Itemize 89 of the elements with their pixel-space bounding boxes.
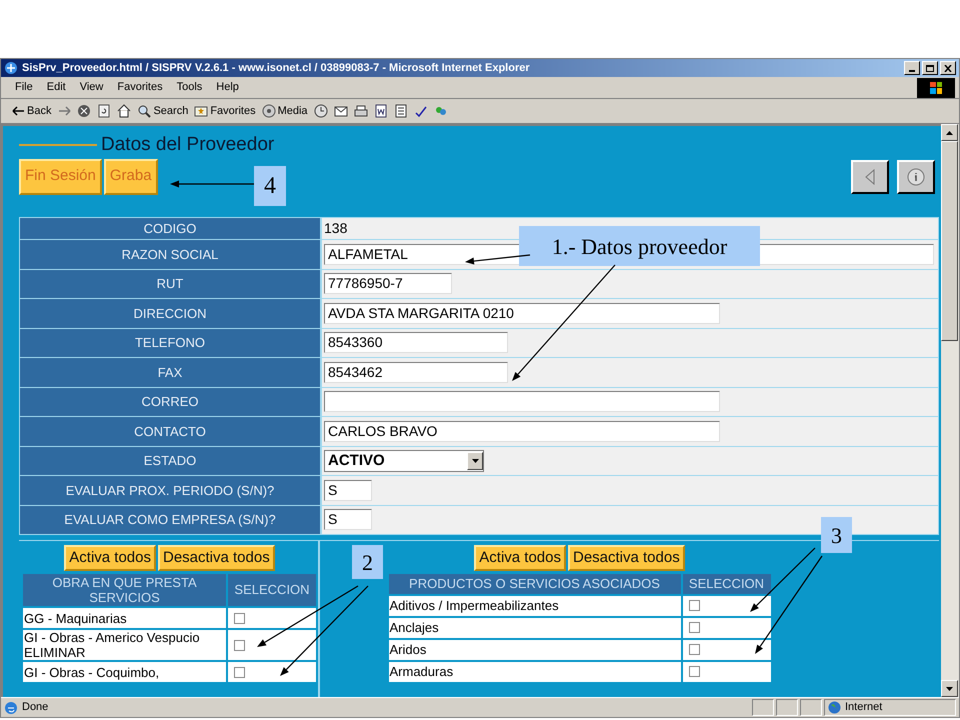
- callout-tooltip: 4: [254, 166, 286, 206]
- table-cell: Aditivos / Impermeabilizantes: [388, 596, 680, 616]
- menu-item[interactable]: Favorites: [111, 79, 169, 96]
- table-cell: GI - Obras - Americo Vespucio ELIMINAR: [23, 630, 226, 660]
- back-icon: [11, 104, 25, 118]
- table-cell: Anclajes: [388, 618, 680, 638]
- page-icon: [4, 700, 18, 714]
- action-button[interactable]: Desactiva todos: [568, 545, 685, 572]
- browser-icon: [4, 61, 18, 75]
- edit-icon[interactable]: [374, 104, 388, 118]
- history-icon[interactable]: [314, 104, 328, 118]
- scroll-down-icon[interactable]: [946, 686, 953, 690]
- field-label: CORREO: [20, 388, 320, 416]
- field-label: TELEFONO: [20, 328, 320, 358]
- checkbox[interactable]: [234, 666, 245, 678]
- checkbox[interactable]: [688, 666, 700, 678]
- field-label: RAZON SOCIAL: [20, 240, 320, 269]
- media-button[interactable]: Media: [262, 102, 308, 120]
- action-button[interactable]: Activa todos: [474, 545, 566, 572]
- zone-text: Internet: [845, 700, 882, 716]
- minimize-button[interactable]: [904, 61, 920, 75]
- input-field[interactable]: 8543462: [324, 362, 508, 383]
- input-field[interactable]: AVDA STA MARGARITA 0210: [324, 302, 720, 324]
- input-field[interactable]: 8543360: [324, 332, 508, 354]
- back-nav-button[interactable]: [851, 160, 889, 194]
- caret-icon: [472, 458, 478, 463]
- checkbox[interactable]: [234, 640, 245, 651]
- page-heading: Datos del Proveedor: [101, 132, 274, 157]
- action-button[interactable]: Activa todos: [64, 545, 156, 572]
- table-cell: Armaduras: [388, 662, 680, 682]
- favorites-button[interactable]: Favorites: [194, 102, 256, 120]
- field-label: FAX: [20, 358, 320, 387]
- search-button[interactable]: Search: [137, 102, 188, 120]
- checkbox[interactable]: [688, 600, 700, 612]
- checkbox[interactable]: [234, 612, 245, 624]
- stop-icon[interactable]: [77, 104, 92, 118]
- input-field[interactable]: CARLOS BRAVO: [324, 420, 720, 442]
- globe-icon: [828, 701, 841, 714]
- mail-icon[interactable]: [334, 104, 348, 118]
- column-header: PRODUCTOS O SERVICIOS ASOCIADOS: [388, 574, 680, 594]
- search-icon: [137, 104, 152, 118]
- scrollbar[interactable]: [941, 124, 959, 697]
- action-button[interactable]: Desactiva todos: [158, 545, 275, 572]
- column-header: OBRA EN QUE PRESTA SERVICIOS: [23, 574, 226, 606]
- back-button[interactable]: Back: [11, 102, 52, 120]
- callout-tooltip: 2: [352, 545, 383, 579]
- favorites-icon: [194, 104, 208, 118]
- checkbox[interactable]: [688, 622, 700, 634]
- refresh-icon[interactable]: [97, 104, 112, 118]
- input-field[interactable]: [324, 391, 720, 412]
- column-header: SELECCION: [682, 574, 770, 594]
- input-field[interactable]: S: [324, 480, 372, 501]
- windows-logo-icon: [917, 78, 955, 98]
- callout-tooltip: 1.- Datos proveedor: [519, 226, 760, 266]
- callout-tooltip: 3: [821, 517, 852, 553]
- field-label: CODIGO: [20, 218, 320, 240]
- triangle-left-icon: [865, 168, 875, 185]
- field-label: EVALUAR PROX. PERIODO (S/N)?: [20, 476, 320, 505]
- info-icon: [907, 168, 925, 186]
- media-icon: [262, 104, 276, 118]
- close-button[interactable]: [940, 61, 956, 75]
- checkbox[interactable]: [688, 644, 700, 656]
- info-button[interactable]: [897, 160, 935, 194]
- field-label: EVALUAR COMO EMPRESA (S/N)?: [20, 506, 320, 534]
- table-cell: GI - Obras - Coquimbo,: [23, 662, 226, 682]
- input-field[interactable]: S: [324, 509, 372, 530]
- column-header: SELECCION: [228, 574, 316, 606]
- field-label: RUT: [20, 270, 320, 298]
- menu-item[interactable]: Edit: [40, 79, 72, 96]
- input-field[interactable]: 77786950-7: [324, 273, 452, 294]
- scroll-up-icon[interactable]: [946, 130, 953, 134]
- menu-item[interactable]: Tools: [170, 79, 208, 96]
- table-cell: Aridos: [388, 640, 680, 660]
- field-value: 138: [324, 219, 348, 238]
- menu-item[interactable]: File: [9, 79, 39, 96]
- menu-item[interactable]: Help: [210, 79, 245, 96]
- close-icon: [944, 64, 952, 72]
- window-title: SisPrv_Proveedor.html / SISPRV V.2.6.1 - www.isonet.cl / 03899083-7 - Microsoft Internet Explorer: [22, 60, 530, 76]
- status-text: Done: [22, 700, 48, 716]
- print-icon[interactable]: [354, 104, 368, 118]
- table-cell: GG - Maquinarias: [23, 608, 226, 628]
- field-label: DIRECCION: [20, 299, 320, 328]
- forward-icon[interactable]: [57, 104, 72, 118]
- menu-item[interactable]: View: [74, 79, 110, 96]
- select-field[interactable]: ACTIVO: [324, 450, 484, 472]
- field-label: ESTADO: [20, 446, 320, 476]
- home-icon[interactable]: [117, 104, 132, 118]
- field-label: CONTACTO: [20, 417, 320, 446]
- maximize-button[interactable]: [922, 61, 938, 75]
